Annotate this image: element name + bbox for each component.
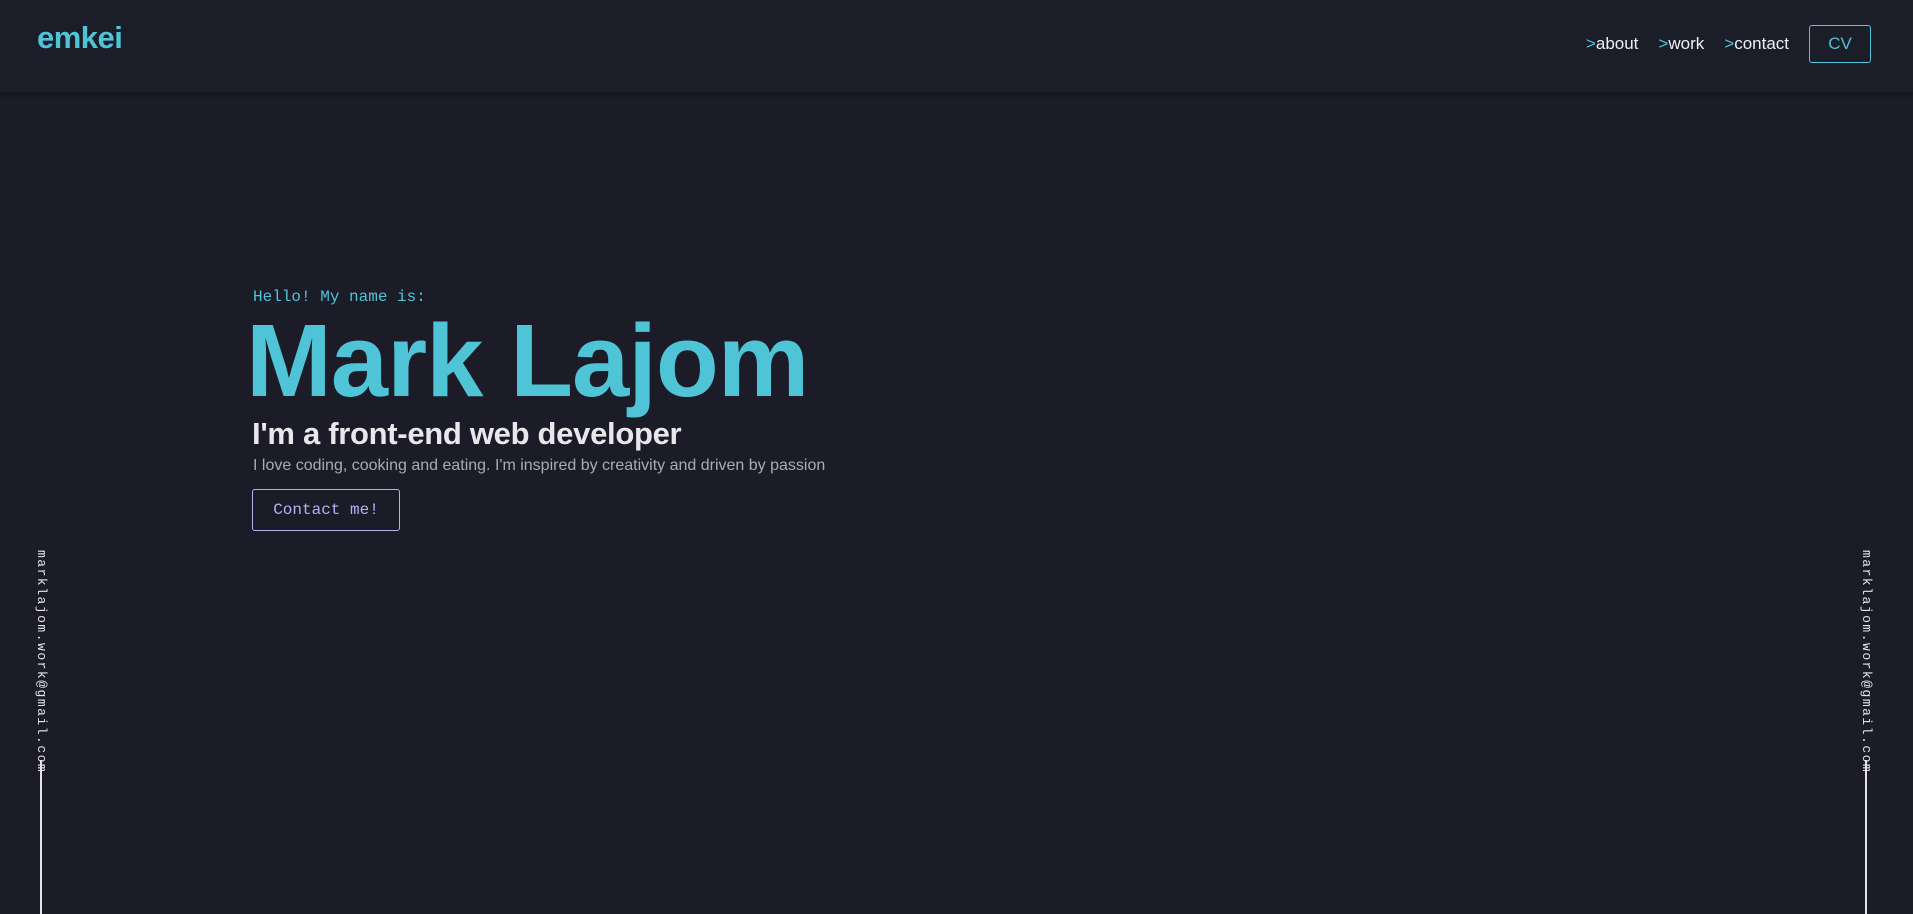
- side-line-right: [1865, 760, 1867, 914]
- side-line-left: [40, 760, 42, 914]
- side-email-right: marklajom.work@gmail.com: [1859, 550, 1874, 914]
- logo[interactable]: emkei: [37, 20, 123, 56]
- nav-link-label: about: [1595, 34, 1639, 53]
- nav-link-about[interactable]: >about: [1586, 34, 1638, 54]
- cv-button[interactable]: CV: [1809, 25, 1871, 63]
- contact-me-button[interactable]: Contact me!: [252, 489, 400, 531]
- main-nav: >about >work >contact CV: [1586, 25, 1871, 63]
- nav-link-contact[interactable]: >contact: [1724, 34, 1789, 54]
- email-link-left[interactable]: marklajom.work@gmail.com: [34, 550, 49, 773]
- nav-prefix: >: [1724, 34, 1735, 53]
- side-email-left: marklajom.work@gmail.com: [34, 550, 49, 914]
- site-header: emkei >about >work >contact CV: [0, 0, 1913, 92]
- email-link-right[interactable]: marklajom.work@gmail.com: [1859, 550, 1874, 773]
- nav-link-label: work: [1668, 34, 1705, 53]
- nav-link-work[interactable]: >work: [1658, 34, 1704, 54]
- nav-prefix: >: [1658, 34, 1669, 53]
- nav-prefix: >: [1585, 34, 1596, 53]
- nav-link-label: contact: [1734, 34, 1789, 53]
- hero-name: Mark Lajom: [246, 303, 809, 418]
- hero-role: I'm a front-end web developer: [252, 416, 682, 451]
- hero-description: I love coding, cooking and eating. I'm i…: [253, 457, 826, 474]
